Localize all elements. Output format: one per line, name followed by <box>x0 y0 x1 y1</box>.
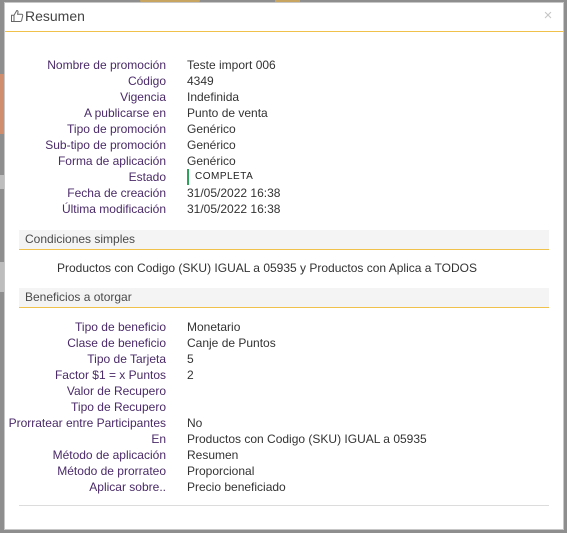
simple-condition-text: Productos con Codigo (SKU) IGUAL a 05935… <box>57 261 477 275</box>
modal-footer-divider <box>19 505 549 506</box>
modal-header: Resumen × <box>5 3 563 32</box>
summary-value: Genérico <box>187 154 236 168</box>
summary-row: A publicarse en Punto de venta <box>5 105 561 121</box>
summary-row: Última modificación 31/05/2022 16:38 <box>5 201 561 217</box>
summary-row: Vigencia Indefinida <box>5 89 561 105</box>
summary-row: Nombre de promoción Teste import 006 <box>5 57 561 73</box>
benefit-label: Método de prorrateo <box>57 464 166 478</box>
benefit-row: Prorratear entre Participantes No <box>5 415 561 431</box>
summary-modal: Resumen × Nombre de promoción Teste impor… <box>4 2 564 530</box>
benefit-row: En Productos con Codigo (SKU) IGUAL a 059… <box>5 431 561 447</box>
summary-label: Última modificación <box>61 202 166 216</box>
status-badge: COMPLETA <box>187 169 253 185</box>
summary-row: Forma de aplicación Genérico <box>5 153 561 169</box>
benefit-value: No <box>187 416 203 430</box>
benefit-row: Método de aplicación Resumen <box>5 447 561 463</box>
benefit-row: Tipo de Recupero <box>5 399 561 415</box>
benefit-label: Método de aplicación <box>52 448 166 462</box>
benefit-label: Tipo de Tarjeta <box>87 352 166 366</box>
benefit-label: En <box>151 432 166 446</box>
benefit-value: 2 <box>187 368 194 382</box>
summary-value: 31/05/2022 16:38 <box>187 186 281 200</box>
benefit-value: Resumen <box>187 448 239 462</box>
summary-value: Genérico <box>187 138 236 152</box>
summary-value: Genérico <box>187 122 236 136</box>
summary-row: Tipo de promoción Genérico <box>5 121 561 137</box>
summary-label: Vigencia <box>120 90 166 104</box>
benefit-label: Prorratear entre Participantes <box>8 416 166 430</box>
summary-label: Tipo de promoción <box>67 122 166 136</box>
thumbs-up-icon <box>10 9 24 23</box>
benefit-row: Clase de beneficio Canje de Puntos <box>5 335 561 351</box>
summary-row: Código 4349 <box>5 73 561 89</box>
benefit-label: Tipo de beneficio <box>75 320 166 334</box>
modal-title: Resumen <box>25 8 85 24</box>
benefit-row: Aplicar sobre.. Precio beneficiado <box>5 479 561 495</box>
summary-value: 31/05/2022 16:38 <box>187 202 281 216</box>
summary-value: Indefinida <box>187 90 240 104</box>
benefit-label: Clase de beneficio <box>67 336 166 350</box>
benefit-value: Proporcional <box>187 464 255 478</box>
benefit-value: Precio beneficiado <box>187 480 286 494</box>
conditions-section-header: Condiciones simples <box>19 230 549 250</box>
benefit-value: Monetario <box>187 320 241 334</box>
benefit-row: Tipo de beneficio Monetario <box>5 319 561 335</box>
summary-row: Fecha de creación 31/05/2022 16:38 <box>5 185 561 201</box>
summary-label: Estado <box>128 170 166 184</box>
summary-label: Sub-tipo de promoción <box>45 138 166 152</box>
benefit-value: Productos con Codigo (SKU) IGUAL a 05935 <box>187 432 427 446</box>
benefit-label: Tipo de Recupero <box>71 400 166 414</box>
benefit-label: Factor $1 = x Puntos <box>54 368 166 382</box>
summary-value: Teste import 006 <box>187 58 276 72</box>
summary-label: A publicarse en <box>83 106 166 120</box>
benefit-value: Canje de Puntos <box>187 336 276 350</box>
benefit-row: Método de prorrateo Proporcional <box>5 463 561 479</box>
summary-label: Fecha de creación <box>67 186 166 200</box>
summary-label: Nombre de promoción <box>47 58 166 72</box>
benefits-section-header: Beneficios a otorgar <box>19 288 549 308</box>
benefits-section-title: Beneficios a otorgar <box>25 290 132 304</box>
benefit-label: Aplicar sobre.. <box>89 480 166 494</box>
summary-row: Sub-tipo de promoción Genérico <box>5 137 561 153</box>
summary-label: Forma de aplicación <box>57 154 166 168</box>
summary-label: Código <box>127 74 166 88</box>
summary-row: Estado COMPLETA <box>5 169 561 185</box>
benefit-row: Factor $1 = x Puntos 2 <box>5 367 561 383</box>
benefit-value: 5 <box>187 352 194 366</box>
benefit-row: Tipo de Tarjeta 5 <box>5 351 561 367</box>
benefit-label: Valor de Recupero <box>66 384 166 398</box>
summary-value: 4349 <box>187 74 214 88</box>
summary-value: Punto de venta <box>187 106 268 120</box>
benefit-row: Valor de Recupero <box>5 383 561 399</box>
conditions-section-title: Condiciones simples <box>25 232 136 246</box>
close-icon[interactable]: × <box>539 5 557 27</box>
